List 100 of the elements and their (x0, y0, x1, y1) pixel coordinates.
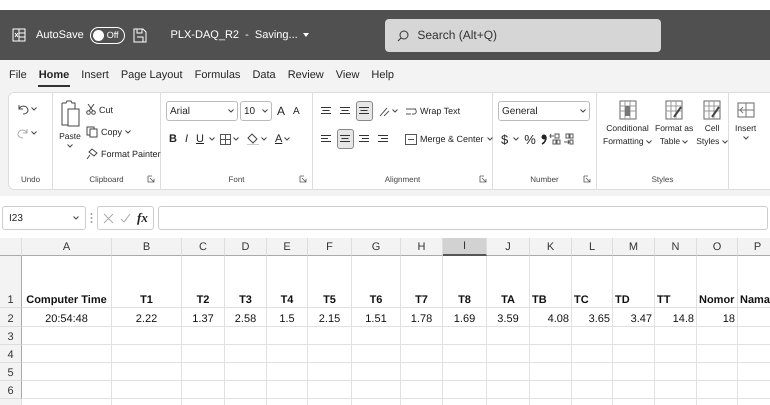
column-header[interactable]: F (308, 238, 352, 256)
column-header[interactable]: I (443, 238, 487, 256)
row-header[interactable]: 4 (0, 345, 22, 363)
font-color-button[interactable]: A (272, 129, 294, 149)
paint-bucket-icon (246, 133, 259, 145)
dialog-launcher-icon[interactable] (583, 175, 591, 183)
menu-tab[interactable]: Help (370, 65, 396, 87)
font-name-dropdown[interactable]: Arial (166, 101, 238, 121)
autosave-toggle[interactable]: Off (90, 26, 125, 44)
table-cell: TC (574, 294, 589, 306)
insert-cells-button[interactable]: Insert (734, 99, 758, 186)
row-header[interactable]: 5 (0, 363, 22, 381)
table-cell: Nomor (699, 294, 734, 306)
menu-tab[interactable]: View (334, 65, 360, 87)
row-header[interactable]: 1 (0, 256, 22, 308)
merge-center-button[interactable]: Merge & Center (404, 128, 494, 150)
table-cell: T4 (280, 294, 294, 306)
menu-tab[interactable]: File (8, 65, 28, 87)
row-header[interactable]: 2 (0, 308, 22, 327)
table-cell: T2 (196, 294, 210, 306)
menu-tab[interactable]: Formulas (194, 65, 242, 87)
shrink-font-button[interactable]: A (290, 101, 303, 121)
align-icon (359, 134, 370, 144)
slanted-text-icon (378, 106, 390, 116)
undo-icon (17, 103, 29, 115)
menu-tab[interactable]: Review (286, 65, 325, 87)
column-header[interactable]: B (112, 238, 182, 256)
menu-tab[interactable]: Insert (80, 65, 110, 87)
table-cell: 18 (722, 313, 735, 325)
caret-icon[interactable] (302, 33, 309, 37)
column-header[interactable]: E (267, 238, 308, 256)
styles-button[interactable]: Cell Styles (695, 99, 729, 172)
table-cell: T6 (370, 294, 382, 306)
underline-button[interactable]: U (193, 129, 207, 149)
column-header[interactable]: L (572, 238, 613, 256)
column-header[interactable]: P (738, 238, 770, 256)
table-cell: TB (532, 294, 547, 306)
caret-icon (580, 109, 586, 113)
table-cell: T7 (415, 294, 428, 306)
bold-button[interactable]: B (166, 129, 180, 149)
column-header[interactable]: D (225, 238, 267, 256)
copy-button[interactable]: Copy (85, 121, 162, 142)
cut-button[interactable]: Cut (85, 99, 162, 120)
autosave-label: AutoSave (36, 29, 84, 41)
document-title[interactable]: PLX-DAQ_R2 - Saving... (170, 29, 298, 41)
caret-icon (682, 140, 688, 144)
redo-icon (17, 127, 29, 139)
column-header[interactable]: N (655, 238, 697, 256)
menu-tab[interactable]: Home (38, 65, 70, 87)
search-field[interactable]: Search (Alt+Q) (385, 18, 662, 52)
font-size-dropdown[interactable]: 10 (240, 101, 272, 121)
align-icon (340, 134, 351, 144)
name-box[interactable]: I23 (2, 206, 86, 230)
table-cell: 20:54:48 (45, 313, 88, 325)
caret-icon (722, 140, 728, 144)
highlighted-grid-icon (618, 99, 638, 121)
grow-font-button[interactable]: A (274, 101, 288, 121)
italic-button[interactable]: I (182, 129, 192, 149)
paste-button[interactable]: Paste (58, 99, 82, 172)
table-cell: 2.22 (136, 313, 158, 325)
dialog-launcher-icon[interactable] (299, 175, 307, 183)
vertical-align-button[interactable] (356, 101, 373, 121)
column-header[interactable]: H (401, 238, 443, 256)
currency-button[interactable]: $ (498, 129, 512, 149)
dialog-launcher-icon[interactable] (479, 175, 487, 183)
comma-style-icon[interactable] (540, 134, 547, 144)
horizontal-align-button[interactable] (337, 129, 354, 149)
column-header[interactable]: J (487, 238, 530, 256)
increase-decimal-icon[interactable] (548, 133, 561, 145)
save-icon[interactable] (132, 28, 147, 42)
column-header[interactable]: C (182, 238, 225, 256)
menu-tab[interactable]: Data (251, 65, 277, 87)
table-cell: 14.8 (672, 313, 694, 325)
paintbrush-icon (86, 148, 98, 160)
group-label: Number (530, 174, 559, 184)
column-header[interactable]: O (697, 238, 738, 256)
insert-function-button[interactable]: fx (137, 210, 148, 226)
spreadsheet-app-icon (12, 28, 26, 42)
styles-button[interactable]: Format as Table (654, 99, 694, 172)
row-header[interactable]: 3 (0, 327, 22, 345)
table-cell: 1.78 (410, 313, 432, 325)
column-header[interactable]: G (352, 238, 401, 256)
dialog-launcher-icon[interactable] (147, 175, 155, 183)
formula-input[interactable] (158, 206, 768, 230)
caret-icon (31, 131, 37, 135)
format-painter-button[interactable]: Format Painter (85, 143, 162, 164)
styles-button[interactable]: Conditional Formatting (602, 99, 653, 172)
align-icon (321, 106, 332, 116)
check-icon[interactable] (120, 212, 131, 224)
column-header[interactable]: K (530, 238, 572, 256)
row-header[interactable]: 6 (0, 381, 22, 399)
column-header[interactable]: A (22, 238, 112, 256)
column-header[interactable]: M (613, 238, 655, 256)
caret-icon (513, 137, 520, 141)
decrease-decimal-icon[interactable] (562, 133, 575, 145)
wrap-text-button[interactable]: Wrap Text (404, 100, 462, 122)
caret-icon (232, 137, 239, 141)
number-format-dropdown[interactable]: General (498, 101, 590, 121)
menu-tab[interactable]: Page Layout (120, 65, 184, 87)
percent-button[interactable]: % (521, 129, 539, 149)
